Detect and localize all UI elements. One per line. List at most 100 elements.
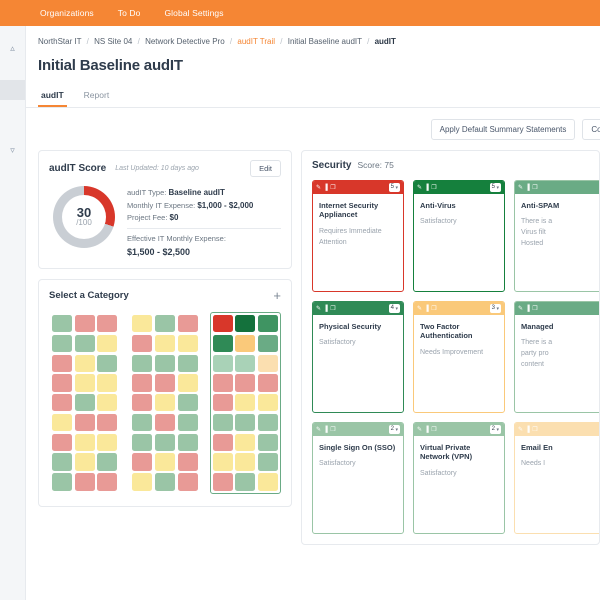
category-cell[interactable] <box>74 453 95 471</box>
nav-item-to-do[interactable]: To Do <box>118 8 141 18</box>
copy-icon[interactable]: ❐ <box>431 306 436 312</box>
category-cell[interactable] <box>177 394 198 412</box>
copy-icon[interactable]: ❐ <box>431 185 436 191</box>
category-cell[interactable] <box>52 453 73 471</box>
category-cell[interactable] <box>177 473 198 491</box>
security-card[interactable]: ✎ ▐ ❐ 5 ▾ Internet Security Appliancet Require… <box>312 180 404 292</box>
category-cell[interactable] <box>154 394 176 412</box>
security-card[interactable]: ✎ ▐ ❐ Anti-SPAM There is a Virus filt Hosted <box>514 180 599 292</box>
category-cell[interactable] <box>177 354 198 372</box>
edit-icon[interactable]: ✎ <box>417 427 422 433</box>
category-cell[interactable] <box>154 315 176 333</box>
category-cell[interactable] <box>74 354 95 372</box>
security-card[interactable]: ✎ ▐ ❐ 4 ▾ Physical Security Satisfactory <box>312 301 404 413</box>
breadcrumb-item-0[interactable]: NorthStar IT <box>38 37 81 46</box>
category-cell[interactable] <box>132 334 153 353</box>
category-cell[interactable] <box>52 473 73 491</box>
category-group-0[interactable] <box>49 312 120 494</box>
nav-item-global-settings[interactable]: Global Settings <box>164 8 223 18</box>
category-cell[interactable] <box>177 433 198 451</box>
category-cell[interactable] <box>235 334 256 353</box>
category-cell[interactable] <box>257 413 278 432</box>
copy-icon[interactable]: ❐ <box>431 427 436 433</box>
category-cell[interactable] <box>97 394 118 412</box>
category-cell[interactable] <box>154 433 176 451</box>
category-cell[interactable] <box>74 374 95 392</box>
copy-icon[interactable]: ❐ <box>532 427 537 433</box>
category-cell[interactable] <box>132 413 153 432</box>
category-cell[interactable] <box>235 315 256 333</box>
category-cell[interactable] <box>212 315 233 333</box>
security-card[interactable]: ✎ ▐ ❐ 3 ▾ Two Factor Authentication Needs Impr… <box>413 301 505 413</box>
edit-icon[interactable]: ✎ <box>417 306 422 312</box>
rating-dropdown[interactable]: 5 ▾ <box>489 183 501 192</box>
category-cell[interactable] <box>52 413 73 432</box>
category-cell[interactable] <box>235 413 256 432</box>
rating-dropdown[interactable]: 5 ▾ <box>388 183 400 192</box>
category-cell[interactable] <box>257 315 278 333</box>
category-cell[interactable] <box>177 453 198 471</box>
category-cell[interactable] <box>257 334 278 353</box>
category-cell[interactable] <box>212 394 233 412</box>
category-cell[interactable] <box>97 374 118 392</box>
category-cell[interactable] <box>97 315 118 333</box>
category-cell[interactable] <box>74 473 95 491</box>
category-cell[interactable] <box>52 374 73 392</box>
copy-icon[interactable]: ❐ <box>532 306 537 312</box>
chevron-up-icon[interactable]: ▵ <box>0 44 25 53</box>
nav-item-organizations[interactable]: Organizations <box>40 8 94 18</box>
rating-dropdown[interactable]: 2 ▾ <box>489 425 501 434</box>
category-cell[interactable] <box>97 453 118 471</box>
chart-icon[interactable]: ▐ <box>324 306 328 312</box>
security-card[interactable]: ✎ ▐ ❐ 5 ▾ Anti-Virus Satisfactory <box>413 180 505 292</box>
category-cell[interactable] <box>74 433 95 451</box>
category-cell[interactable] <box>97 334 118 353</box>
category-cell[interactable] <box>52 433 73 451</box>
category-group-2[interactable] <box>209 312 281 494</box>
chart-icon[interactable]: ▐ <box>324 185 328 191</box>
category-group-1[interactable] <box>129 312 200 494</box>
security-card[interactable]: ✎ ▐ ❐ Managed There is a party pro content <box>514 301 599 413</box>
edit-icon[interactable]: ✎ <box>518 306 523 312</box>
chart-icon[interactable]: ▐ <box>526 185 530 191</box>
copy-icon[interactable]: ❐ <box>532 185 537 191</box>
chart-icon[interactable]: ▐ <box>425 427 429 433</box>
rating-dropdown[interactable]: 4 ▾ <box>388 304 400 313</box>
security-card[interactable]: ✎ ▐ ❐ Email En Needs I <box>514 422 599 534</box>
edit-icon[interactable]: ✎ <box>417 185 422 191</box>
chevron-down-icon[interactable]: ▿ <box>0 146 25 155</box>
category-cell[interactable] <box>97 413 118 432</box>
category-cell[interactable] <box>235 433 256 451</box>
category-cell[interactable] <box>154 453 176 471</box>
chart-icon[interactable]: ▐ <box>526 306 530 312</box>
category-cell[interactable] <box>177 334 198 353</box>
category-cell[interactable] <box>235 374 256 392</box>
copy-icon[interactable]: ❐ <box>330 185 335 191</box>
category-cell[interactable] <box>257 374 278 392</box>
edit-button[interactable]: Edit <box>250 160 281 177</box>
category-cell[interactable] <box>154 334 176 353</box>
category-cell[interactable] <box>132 453 153 471</box>
breadcrumb-item-2[interactable]: Network Detective Pro <box>145 37 225 46</box>
category-cell[interactable] <box>235 473 256 491</box>
category-cell[interactable] <box>212 413 233 432</box>
security-card[interactable]: ✎ ▐ ❐ 2 ▾ Single Sign On (SSO) Satisfactory <box>312 422 404 534</box>
chart-icon[interactable]: ▐ <box>425 306 429 312</box>
category-cell[interactable] <box>177 413 198 432</box>
copy-icon[interactable]: ❐ <box>330 427 335 433</box>
category-cell[interactable] <box>132 394 153 412</box>
category-cell[interactable] <box>235 354 256 372</box>
category-cell[interactable] <box>97 473 118 491</box>
tab-report[interactable]: Report <box>81 86 113 107</box>
category-cell[interactable] <box>212 334 233 353</box>
category-cell[interactable] <box>52 394 73 412</box>
category-cell[interactable] <box>212 354 233 372</box>
category-cell[interactable] <box>177 315 198 333</box>
rail-active-block[interactable] <box>0 80 25 100</box>
rating-dropdown[interactable]: 2 ▾ <box>388 425 400 434</box>
category-cell[interactable] <box>235 394 256 412</box>
category-cell[interactable] <box>132 374 153 392</box>
tab-audit[interactable]: audIT <box>38 86 67 107</box>
category-cell[interactable] <box>97 354 118 372</box>
add-category-icon[interactable]: + <box>273 289 281 302</box>
